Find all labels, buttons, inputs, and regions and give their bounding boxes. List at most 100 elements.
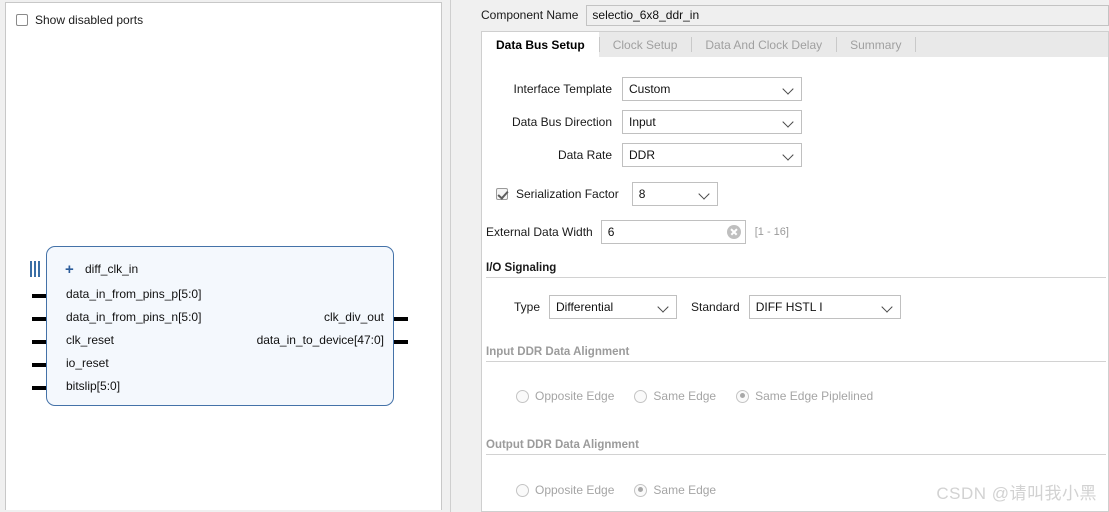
radio-icon[interactable]: [634, 389, 648, 403]
input-ddr-opposite-edge-label: Opposite Edge: [535, 389, 615, 403]
clear-circle-icon[interactable]: [726, 225, 741, 239]
output-ddr-opposite-edge-label: Opposite Edge: [535, 483, 615, 497]
input-ddr-alignment-section: Input DDR Data Alignment: [486, 346, 1106, 362]
input-ddr-opposite-edge-option[interactable]: Opposite Edge: [516, 389, 614, 403]
chevron-down-icon: [699, 188, 711, 200]
chevron-down-icon: [783, 83, 795, 95]
radio-icon[interactable]: [516, 483, 529, 497]
component-name-row: Component Name selectio_6x8_ddr_in: [461, 4, 1109, 26]
port-label-clk-div-out: clk_div_out: [323, 310, 384, 324]
data-bus-direction-select[interactable]: Input: [622, 110, 802, 134]
ip-symbol-block: + diff_clk_in data_in_from_pins_p[5:0] d…: [30, 246, 408, 406]
tab-data-bus-setup[interactable]: Data Bus Setup: [482, 32, 599, 57]
port-label-data-in-to-device: data_in_to_device[47:0]: [256, 333, 384, 347]
radio-icon[interactable]: [516, 389, 529, 403]
data-rate-value: DDR: [629, 148, 655, 162]
port-pin: [32, 340, 46, 344]
chevron-down-icon: [783, 116, 795, 128]
external-data-width-range-hint: [1 - 16]: [754, 226, 789, 238]
port-label-io-reset: io_reset: [66, 356, 109, 370]
data-rate-row: Data Rate DDR: [496, 143, 802, 167]
input-ddr-same-edge-label: Same Edge: [653, 389, 717, 403]
input-ddr-alignment-title: Input DDR Data Alignment: [486, 346, 630, 358]
chevron-down-icon: [658, 301, 670, 313]
show-disabled-ports-checkbox[interactable]: [16, 14, 28, 26]
port-pin: [394, 340, 408, 344]
component-name-label: Component Name: [481, 8, 579, 22]
bus-port-icon: [30, 261, 40, 277]
tab-data-and-clock-delay[interactable]: Data And Clock Delay: [691, 32, 836, 57]
interface-template-label: Interface Template: [513, 82, 612, 96]
tab-clock-setup[interactable]: Clock Setup: [598, 32, 692, 57]
output-ddr-alignment-radio-group: Opposite Edge Same Edge: [516, 483, 716, 497]
io-signaling-section: I/O Signaling: [486, 262, 1106, 278]
output-ddr-alignment-section: Output DDR Data Alignment: [486, 439, 1106, 455]
io-type-select[interactable]: Differential: [549, 295, 678, 319]
section-divider: [486, 361, 1106, 362]
tab-bar-filler: [915, 32, 1108, 57]
show-disabled-ports-row[interactable]: Show disabled ports: [16, 13, 143, 27]
ip-config-panel: Component Name selectio_6x8_ddr_in Data …: [461, 0, 1109, 512]
tab-summary[interactable]: Summary: [836, 32, 915, 57]
radio-icon[interactable]: [634, 483, 648, 497]
data-bus-direction-label: Data Bus Direction: [511, 115, 612, 129]
interface-template-row: Interface Template Custom: [496, 77, 802, 101]
ip-customization-dialog: Show disabled ports + diff_clk_in data_i…: [0, 0, 1109, 512]
data-bus-direction-row: Data Bus Direction Input: [496, 110, 802, 134]
chevron-down-icon: [783, 149, 795, 161]
output-ddr-opposite-edge-option[interactable]: Opposite Edge: [516, 483, 614, 497]
input-ddr-same-edge-option[interactable]: Same Edge: [634, 389, 716, 403]
port-label-bitslip: bitslip[5:0]: [66, 379, 121, 393]
data-bus-setup-pane: Interface Template Custom Data Bus Direc…: [481, 57, 1109, 512]
serialization-factor-label: Serialization Factor: [516, 187, 619, 201]
input-ddr-same-edge-pipelined-label: Same Edge Piplelined: [755, 389, 874, 403]
port-label-data-in-from-pins-n: data_in_from_pins_n[5:0]: [66, 310, 202, 324]
chevron-down-icon: [882, 301, 894, 313]
panel-splitter[interactable]: [448, 0, 461, 512]
external-data-width-value: 6: [607, 225, 615, 239]
splitter-line: [450, 0, 451, 512]
io-signaling-row: Type Differential Standard DIFF HSTL I: [514, 295, 901, 319]
ip-symbol-panel: Show disabled ports + diff_clk_in data_i…: [0, 0, 448, 512]
port-pin: [32, 363, 46, 367]
serialization-factor-row: Serialization Factor 8: [496, 182, 718, 206]
external-data-width-label: External Data Width: [486, 225, 593, 239]
serialization-factor-checkbox[interactable]: [496, 188, 508, 200]
interface-template-value: Custom: [629, 82, 671, 96]
output-ddr-same-edge-label: Same Edge: [653, 483, 717, 497]
data-rate-select[interactable]: DDR: [622, 143, 802, 167]
io-type-value: Differential: [556, 300, 614, 314]
expand-plus-icon[interactable]: +: [65, 262, 74, 277]
io-standard-label: Standard: [691, 300, 740, 314]
section-divider: [486, 454, 1106, 455]
serialization-factor-value: 8: [638, 187, 646, 201]
io-standard-select[interactable]: DIFF HSTL I: [748, 295, 901, 319]
show-disabled-ports-label: Show disabled ports: [35, 13, 144, 27]
port-label-data-in-from-pins-p: data_in_from_pins_p[5:0]: [66, 287, 202, 301]
data-rate-label: Data Rate: [557, 148, 612, 162]
io-standard-value: DIFF HSTL I: [755, 300, 823, 314]
io-type-label: Type: [514, 300, 541, 314]
port-label-diff-clk-in: diff_clk_in: [85, 262, 139, 276]
radio-icon[interactable]: [736, 389, 750, 403]
external-data-width-row: External Data Width 6 [1 - 16]: [486, 220, 789, 244]
external-data-width-input[interactable]: 6: [600, 220, 746, 244]
port-label-clk-reset: clk_reset: [66, 333, 115, 347]
port-pin: [32, 386, 46, 390]
watermark-text: CSDN @请叫我小黑: [936, 484, 1097, 503]
serialization-factor-select[interactable]: 8: [631, 182, 718, 206]
port-pin: [32, 317, 46, 321]
io-signaling-title: I/O Signaling: [486, 262, 557, 274]
section-divider: [486, 277, 1106, 278]
data-bus-direction-value: Input: [629, 115, 656, 129]
port-pin: [32, 294, 46, 298]
output-ddr-same-edge-option[interactable]: Same Edge: [634, 483, 716, 497]
interface-template-select[interactable]: Custom: [622, 77, 802, 101]
component-name-input[interactable]: selectio_6x8_ddr_in: [586, 4, 1109, 26]
config-tab-bar: Data Bus Setup Clock Setup Data And Cloc…: [481, 31, 1109, 57]
output-ddr-alignment-title: Output DDR Data Alignment: [486, 439, 639, 451]
ip-symbol-canvas: Show disabled ports + diff_clk_in data_i…: [5, 2, 442, 510]
ip-symbol-diagram: + diff_clk_in data_in_from_pins_p[5:0] d…: [30, 246, 408, 406]
input-ddr-alignment-radio-group: Opposite Edge Same Edge Same Edge Piplel…: [516, 389, 873, 403]
input-ddr-same-edge-pipelined-option[interactable]: Same Edge Piplelined: [736, 389, 873, 403]
